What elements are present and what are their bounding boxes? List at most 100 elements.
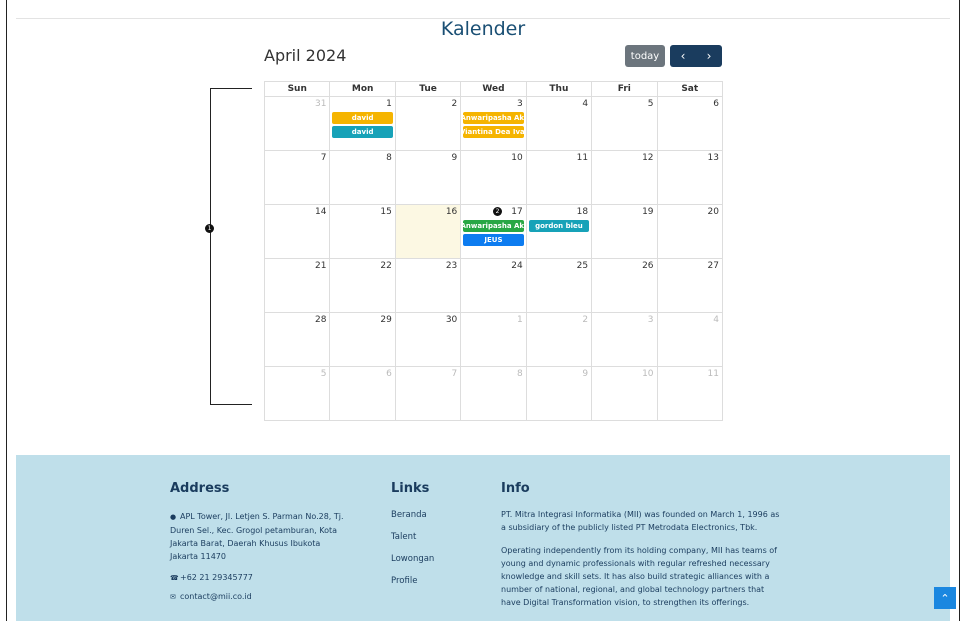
day-number[interactable]: 28 <box>315 315 326 325</box>
day-cell[interactable]: 8 <box>461 367 527 420</box>
day-number[interactable]: 23 <box>446 261 457 271</box>
next-month-button[interactable]: › <box>696 45 722 67</box>
day-number[interactable]: 25 <box>577 261 588 271</box>
day-number[interactable]: 1 <box>386 99 392 109</box>
day-cell[interactable]: 19 <box>592 205 658 258</box>
day-cell[interactable]: 9 <box>527 367 593 420</box>
day-number[interactable]: 3 <box>517 99 523 109</box>
today-button[interactable]: today <box>625 45 665 67</box>
day-number[interactable]: 4 <box>713 315 719 325</box>
day-cell[interactable]: 28 <box>265 313 331 366</box>
calendar-event[interactable]: gordon bleu <box>528 220 590 232</box>
day-cell[interactable]: 2 <box>527 313 593 366</box>
day-number[interactable]: 5 <box>648 99 654 109</box>
day-cell[interactable]: 6 <box>330 367 396 420</box>
day-number[interactable]: 21 <box>315 261 326 271</box>
day-number[interactable]: 24 <box>511 261 522 271</box>
day-number[interactable]: 11 <box>708 369 719 379</box>
day-number[interactable]: 17 <box>511 207 522 217</box>
day-number[interactable]: 7 <box>452 369 458 379</box>
day-cell[interactable]: 30 <box>396 313 462 366</box>
calendar-event[interactable]: JEUS <box>463 234 524 246</box>
day-cell[interactable]: 26 <box>592 259 658 312</box>
day-number[interactable]: 31 <box>315 99 326 109</box>
day-cell[interactable]: 27 <box>658 259 722 312</box>
day-number[interactable]: 11 <box>577 153 588 163</box>
footer-link-profile[interactable]: Profile <box>391 576 417 586</box>
day-number[interactable]: 14 <box>315 207 326 217</box>
day-cell[interactable]: 11 <box>658 367 722 420</box>
calendar-event[interactable]: Anwaripasha Aki <box>463 112 524 124</box>
day-cell[interactable]: 4 <box>658 313 722 366</box>
day-cell[interactable]: 23 <box>396 259 462 312</box>
calendar-event[interactable]: Anwaripasha Aki <box>463 220 524 232</box>
day-cell[interactable]: 29 <box>330 313 396 366</box>
day-number[interactable]: 30 <box>446 315 457 325</box>
day-cell[interactable]: 3 <box>592 313 658 366</box>
day-cell[interactable]: 8 <box>330 151 396 204</box>
day-number[interactable]: 6 <box>713 99 719 109</box>
day-cell[interactable]: 2 <box>396 97 462 150</box>
prev-month-button[interactable]: ‹ <box>670 45 696 67</box>
day-number[interactable]: 3 <box>648 315 654 325</box>
day-cell[interactable]: 21 <box>265 259 331 312</box>
day-cell[interactable]: 31 <box>265 97 331 150</box>
day-cell[interactable]: 5 <box>592 97 658 150</box>
day-number[interactable]: 13 <box>708 153 719 163</box>
day-cell[interactable]: 15 <box>330 205 396 258</box>
day-number[interactable]: 22 <box>380 261 391 271</box>
day-number[interactable]: 2 <box>582 315 588 325</box>
day-number[interactable]: 8 <box>517 369 523 379</box>
day-number[interactable]: 9 <box>582 369 588 379</box>
day-cell[interactable]: 3 Anwaripasha Aki Viantina Dea Ivai <box>461 97 527 150</box>
day-number[interactable]: 19 <box>642 207 653 217</box>
day-number[interactable]: 26 <box>642 261 653 271</box>
day-cell[interactable]: 13 <box>658 151 722 204</box>
day-cell[interactable]: 7 <box>265 151 331 204</box>
day-cell[interactable]: 4 <box>527 97 593 150</box>
day-number[interactable]: 27 <box>708 261 719 271</box>
day-number[interactable]: 8 <box>386 153 392 163</box>
day-number[interactable]: 20 <box>708 207 719 217</box>
day-number[interactable]: 10 <box>511 153 522 163</box>
calendar-event[interactable]: david <box>332 112 393 124</box>
day-cell[interactable]: 20 <box>658 205 722 258</box>
day-number[interactable]: 1 <box>517 315 523 325</box>
footer-link-lowongan[interactable]: Lowongan <box>391 554 434 564</box>
day-number[interactable]: 12 <box>642 153 653 163</box>
day-number[interactable]: 7 <box>321 153 327 163</box>
day-number[interactable]: 18 <box>577 207 588 217</box>
day-cell[interactable]: 5 <box>265 367 331 420</box>
email-text[interactable]: ✉ contact@mii.co.id <box>170 590 252 604</box>
scroll-to-top-button[interactable]: ⌃ <box>934 587 956 609</box>
day-cell[interactable]: 12 <box>592 151 658 204</box>
day-cell[interactable]: 1 david david <box>330 97 396 150</box>
day-cell[interactable]: 24 <box>461 259 527 312</box>
day-number[interactable]: 6 <box>386 369 392 379</box>
day-number[interactable]: 16 <box>446 207 457 217</box>
day-cell[interactable]: 10 <box>592 367 658 420</box>
day-cell-today[interactable]: 16 <box>395 205 462 258</box>
footer-link-beranda[interactable]: Beranda <box>391 510 427 520</box>
day-number[interactable]: 10 <box>642 369 653 379</box>
footer-link-talent[interactable]: Talent <box>391 532 416 542</box>
day-cell[interactable]: 7 <box>396 367 462 420</box>
day-number[interactable]: 9 <box>452 153 458 163</box>
day-cell[interactable]: 25 <box>527 259 593 312</box>
day-cell[interactable]: 22 <box>330 259 396 312</box>
day-number[interactable]: 15 <box>380 207 391 217</box>
calendar-event[interactable]: Viantina Dea Ivai <box>463 126 524 138</box>
day-number[interactable]: 2 <box>452 99 458 109</box>
day-cell[interactable]: 18 gordon bleu <box>527 205 593 258</box>
day-number[interactable]: 4 <box>582 99 588 109</box>
day-number[interactable]: 29 <box>380 315 391 325</box>
day-cell[interactable]: 1 <box>461 313 527 366</box>
calendar-event[interactable]: david <box>332 126 393 138</box>
week-row: 7 8 9 10 11 12 13 <box>265 151 722 205</box>
day-cell[interactable]: 10 <box>461 151 527 204</box>
day-cell[interactable]: 11 <box>527 151 593 204</box>
day-cell[interactable]: 6 <box>658 97 722 150</box>
day-cell[interactable]: 14 <box>265 205 331 258</box>
day-cell[interactable]: 9 <box>396 151 462 204</box>
day-number[interactable]: 5 <box>321 369 327 379</box>
